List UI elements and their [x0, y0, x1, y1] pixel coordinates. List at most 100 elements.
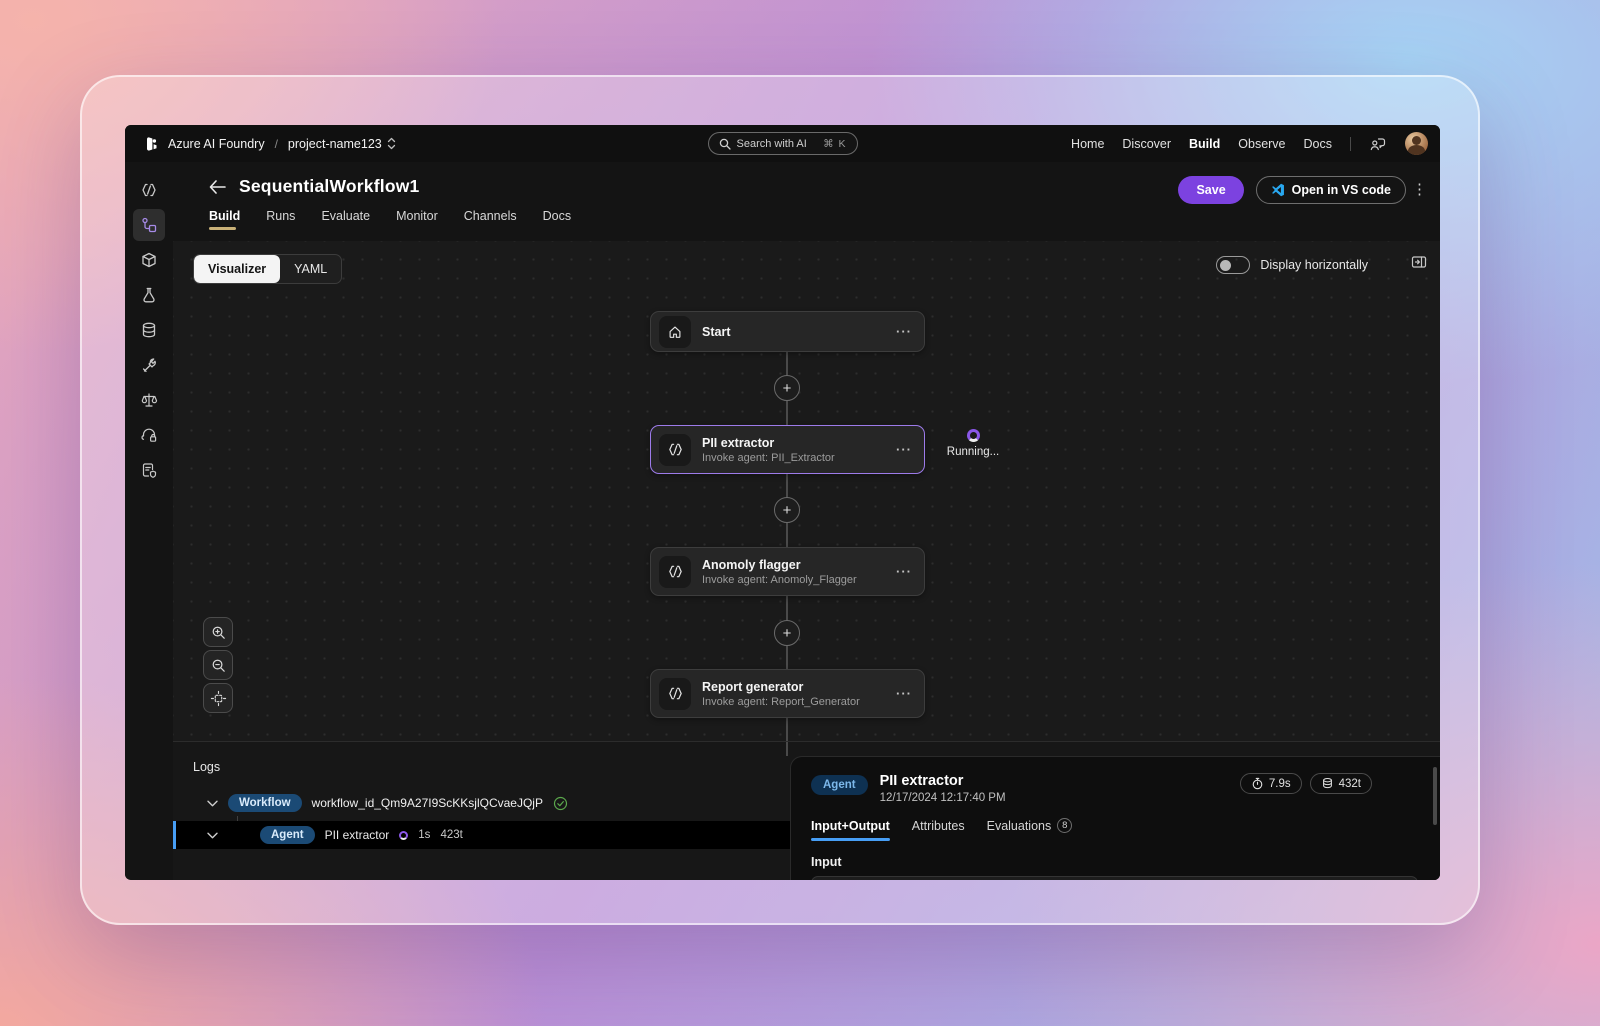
canvas-zoom-controls — [203, 617, 233, 713]
node-anomoly-flagger[interactable]: Anomoly flagger Invoke agent: Anomoly_Fl… — [650, 547, 925, 596]
tab-input-output[interactable]: Input+Output — [811, 818, 890, 841]
agent-hexagon-code-icon — [659, 434, 691, 466]
view-mode-switch: Visualizer YAML — [193, 254, 342, 284]
fit-view-button[interactable] — [203, 683, 233, 713]
evaluations-icon — [140, 391, 158, 409]
duration-badge: 7.9s — [1240, 773, 1302, 794]
tab-runs[interactable]: Runs — [266, 209, 295, 230]
sidebar-item-workflows[interactable] — [133, 209, 165, 241]
chevron-down-icon[interactable] — [207, 800, 218, 807]
project-selector[interactable]: project-name123 — [288, 137, 396, 151]
display-horizontally-label: Display horizontally — [1260, 258, 1368, 272]
safety-icon — [140, 461, 158, 479]
view-mode-yaml[interactable]: YAML — [280, 255, 341, 283]
agent-log-name: PII extractor — [325, 828, 390, 842]
security-icon — [140, 426, 158, 444]
log-row-agent[interactable]: Agent PII extractor 1s 423t — [173, 821, 790, 849]
tab-evaluate[interactable]: Evaluate — [321, 209, 370, 230]
save-button[interactable]: Save — [1178, 176, 1243, 204]
detail-tabs: Input+Output Attributes Evaluations 8 — [811, 818, 1420, 841]
workflow-badge: Workflow — [228, 794, 302, 812]
app-window: Azure AI Foundry / project-name123 Searc… — [125, 125, 1440, 880]
chevron-down-icon[interactable] — [207, 832, 218, 839]
tab-docs[interactable]: Docs — [543, 209, 571, 230]
node-start[interactable]: Start ··· — [650, 311, 925, 352]
add-step-button[interactable]: + — [774, 375, 800, 401]
sidebar-item-evaluations[interactable] — [133, 384, 165, 416]
tools-icon — [140, 356, 158, 374]
workflow-id: workflow_id_Qm9A27I9ScKKsjlQCvaeJQjP — [312, 796, 543, 810]
zoom-in-button[interactable] — [203, 617, 233, 647]
sidebar-item-models[interactable] — [133, 244, 165, 276]
logs-panel: Logs Workflow workflow_id_Qm9A27I9ScKKsj… — [173, 741, 1440, 880]
search-icon — [719, 138, 731, 150]
sidebar-item-agents[interactable] — [133, 174, 165, 206]
agent-hexagon-code-icon — [659, 678, 691, 710]
node-menu-icon[interactable]: ··· — [896, 686, 912, 701]
more-options-kebab-icon[interactable]: ⋮ — [1412, 180, 1428, 198]
node-pii-extractor[interactable]: PII extractor Invoke agent: PII_Extracto… — [650, 425, 925, 474]
tokens-icon — [1321, 777, 1334, 790]
azure-ai-foundry-logo-icon — [142, 135, 160, 153]
back-arrow-icon[interactable] — [209, 180, 226, 194]
view-mode-visualizer[interactable]: Visualizer — [194, 255, 280, 283]
nav-item-observe[interactable]: Observe — [1238, 137, 1285, 151]
agent-badge: Agent — [260, 826, 315, 844]
open-panel-icon[interactable] — [1410, 253, 1428, 271]
page-header: SequentialWorkflow1 Build Runs Evaluate … — [173, 162, 1440, 241]
brand-label[interactable]: Azure AI Foundry — [168, 137, 265, 151]
user-avatar[interactable] — [1405, 132, 1428, 155]
running-label: Running... — [947, 446, 999, 458]
data-icon — [140, 321, 158, 339]
input-content-box[interactable] — [811, 876, 1418, 880]
node-subtitle: Invoke agent: Anomoly_Flagger — [702, 574, 857, 586]
tokens-badge: 432t — [1310, 773, 1372, 794]
detail-scrollbar[interactable] — [1433, 767, 1437, 825]
tab-monitor[interactable]: Monitor — [396, 209, 438, 230]
node-menu-icon[interactable]: ··· — [896, 564, 912, 579]
display-horizontally-toggle[interactable] — [1216, 256, 1250, 274]
nav-item-home[interactable]: Home — [1071, 137, 1104, 151]
running-spinner-icon — [967, 429, 980, 442]
feedback-icon[interactable] — [1369, 135, 1387, 153]
tab-channels[interactable]: Channels — [464, 209, 517, 230]
workflows-icon — [140, 216, 158, 234]
sidebar-item-data[interactable] — [133, 314, 165, 346]
node-subtitle: Invoke agent: PII_Extractor — [702, 452, 835, 464]
add-step-button[interactable]: + — [774, 497, 800, 523]
nav-item-discover[interactable]: Discover — [1122, 137, 1171, 151]
vscode-icon — [1271, 183, 1285, 197]
sidebar-item-playground[interactable] — [133, 279, 165, 311]
nav-item-docs[interactable]: Docs — [1304, 137, 1332, 151]
search-shortcut: ⌘ K — [823, 138, 846, 150]
zoom-out-button[interactable] — [203, 650, 233, 680]
stopwatch-icon — [1251, 777, 1264, 790]
node-running-status: Running... — [933, 429, 1013, 458]
node-report-generator[interactable]: Report generator Invoke agent: Report_Ge… — [650, 669, 925, 718]
search-input[interactable]: Search with AI ⌘ K — [708, 132, 858, 155]
log-row-workflow[interactable]: Workflow workflow_id_Qm9A27I9ScKKsjlQCva… — [207, 790, 568, 816]
success-check-icon — [553, 796, 568, 811]
detail-timestamp: 12/17/2024 12:17:40 PM — [880, 792, 1006, 804]
workflow-canvas[interactable]: Visualizer YAML Display horizontally — [173, 241, 1440, 741]
sidebar-item-tools[interactable] — [133, 349, 165, 381]
node-menu-icon[interactable]: ··· — [896, 442, 912, 457]
logs-title: Logs — [193, 760, 220, 774]
sidebar-item-security[interactable] — [133, 419, 165, 451]
main-area: SequentialWorkflow1 Build Runs Evaluate … — [173, 162, 1440, 880]
tab-build[interactable]: Build — [209, 209, 240, 230]
node-title: Report generator — [702, 680, 860, 694]
playground-icon — [140, 286, 158, 304]
tab-evaluations[interactable]: Evaluations 8 — [987, 818, 1073, 841]
add-step-button[interactable]: + — [774, 620, 800, 646]
sidebar-item-safety[interactable] — [133, 454, 165, 486]
input-section-title: Input — [811, 855, 1420, 869]
open-vscode-button[interactable]: Open in VS code — [1256, 176, 1406, 204]
top-nav: Home Discover Build Observe Docs — [1071, 125, 1428, 162]
nav-item-build[interactable]: Build — [1189, 137, 1220, 151]
node-title: Anomoly flagger — [702, 558, 857, 572]
node-menu-icon[interactable]: ··· — [896, 324, 912, 339]
models-icon — [140, 251, 158, 269]
tab-attributes[interactable]: Attributes — [912, 818, 965, 841]
node-title: PII extractor — [702, 436, 835, 450]
